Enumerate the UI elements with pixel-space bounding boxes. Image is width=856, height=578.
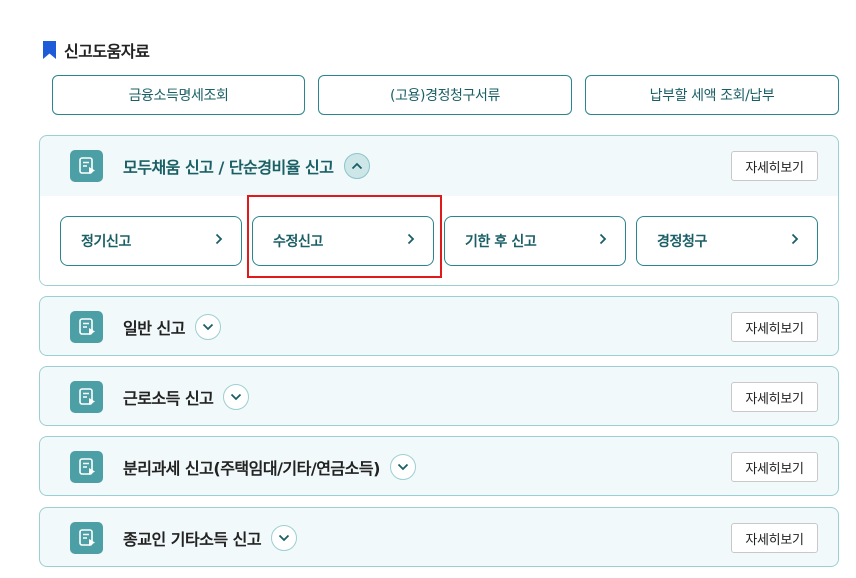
sub-button-label: 경정청구 <box>657 234 707 250</box>
chevron-down-icon[interactable] <box>194 314 221 340</box>
accordion-title: 근로소득 신고 <box>123 389 214 408</box>
accordion-body: 정기신고 수정신고 기한 후 신고 경정청구 <box>40 196 838 285</box>
accordion-title-wrap: 일반 신고 <box>123 314 221 340</box>
sub-button-amended-report[interactable]: 수정신고 <box>252 216 434 266</box>
accordion-header[interactable]: 근로소득 신고 자세히보기 <box>40 367 838 425</box>
accordion-earned-income-report: 근로소득 신고 자세히보기 <box>39 366 839 426</box>
detail-button[interactable]: 자세히보기 <box>731 452 818 482</box>
report-document-icon <box>70 311 103 343</box>
chevron-right-icon <box>791 233 799 249</box>
section-title: 신고도움자료 <box>64 42 150 61</box>
accordion-religious-income-report: 종교인 기타소득 신고 자세히보기 <box>39 507 839 567</box>
chevron-down-icon[interactable] <box>223 384 250 410</box>
sub-button-regular-report[interactable]: 정기신고 <box>60 216 242 266</box>
accordion-title-wrap: 종교인 기타소득 신고 <box>123 525 298 551</box>
accordion-title-wrap: 모두채움 신고 / 단순경비율 신고 <box>123 153 370 179</box>
bookmark-icon <box>43 41 56 59</box>
chevron-right-icon <box>215 233 223 249</box>
accordion-header[interactable]: 일반 신고 자세히보기 <box>40 297 838 355</box>
accordion-title-wrap: 근로소득 신고 <box>123 384 250 410</box>
accordion-general-report: 일반 신고 자세히보기 <box>39 296 839 356</box>
sub-button-label: 수정신고 <box>273 234 323 250</box>
report-document-icon <box>70 451 103 483</box>
section-header: 신고도움자료 <box>43 40 150 61</box>
accordion-title: 분리과세 신고(주택임대/기타/연금소득) <box>123 459 380 478</box>
quick-link-correction-documents[interactable]: (고용)경정청구서류 <box>318 75 572 115</box>
accordion-title: 일반 신고 <box>123 319 185 338</box>
chevron-right-icon <box>407 233 415 249</box>
accordion-separate-taxation-report: 분리과세 신고(주택임대/기타/연금소득) 자세히보기 <box>39 436 839 496</box>
chevron-down-icon[interactable] <box>271 525 298 551</box>
accordion-header[interactable]: 모두채움 신고 / 단순경비율 신고 자세히보기 <box>40 136 838 196</box>
chevron-right-icon <box>599 233 607 249</box>
sub-button-late-report[interactable]: 기한 후 신고 <box>444 216 626 266</box>
sub-button-label: 기한 후 신고 <box>465 234 537 250</box>
detail-button[interactable]: 자세히보기 <box>731 151 818 181</box>
sub-button-label: 정기신고 <box>81 234 131 250</box>
detail-button[interactable]: 자세히보기 <box>731 523 818 553</box>
accordion-header[interactable]: 분리과세 신고(주택임대/기타/연금소득) 자세히보기 <box>40 437 838 495</box>
accordion-title-wrap: 분리과세 신고(주택임대/기타/연금소득) <box>123 454 416 480</box>
detail-button[interactable]: 자세히보기 <box>731 312 818 342</box>
quick-link-financial-income[interactable]: 금융소득명세조회 <box>52 75 305 115</box>
accordion-title: 모두채움 신고 / 단순경비율 신고 <box>123 158 334 177</box>
report-document-icon <box>70 150 103 182</box>
detail-button[interactable]: 자세히보기 <box>731 382 818 412</box>
chevron-down-icon[interactable] <box>389 454 416 480</box>
report-document-icon <box>70 522 103 554</box>
accordion-header[interactable]: 종교인 기타소득 신고 자세히보기 <box>40 508 838 566</box>
sub-button-correction-claim[interactable]: 경정청구 <box>636 216 818 266</box>
accordion-title: 종교인 기타소득 신고 <box>123 530 262 549</box>
chevron-up-icon[interactable] <box>343 153 370 179</box>
quick-link-tax-payment[interactable]: 납부할 세액 조회/납부 <box>585 75 839 115</box>
accordion-simple-report: 모두채움 신고 / 단순경비율 신고 자세히보기 정기신고 수정신고 기한 후 … <box>39 135 839 286</box>
report-document-icon <box>70 381 103 413</box>
